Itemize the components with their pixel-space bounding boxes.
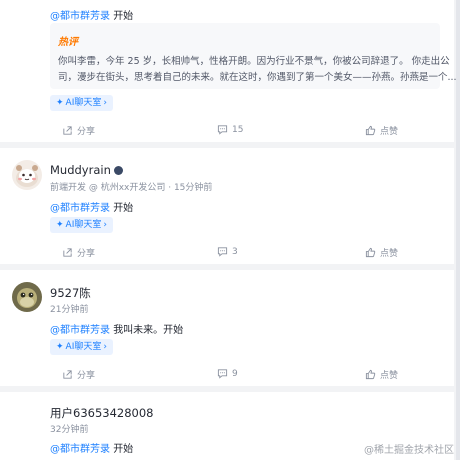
mention-link[interactable]: @都市群芳录 xyxy=(50,11,110,22)
thumbs-up-icon xyxy=(365,247,376,258)
share-label: 分享 xyxy=(77,249,96,259)
share-label: 分享 xyxy=(77,371,96,381)
comment-content: @都市群芳录 我叫未来。开始 xyxy=(50,321,183,336)
comment-icon xyxy=(217,125,228,135)
comment-icon xyxy=(217,369,228,379)
ai-chatroom-label: AI聊天室 xyxy=(65,342,102,352)
comment-button[interactable]: 15 xyxy=(217,124,243,135)
comment-card: 9527陈 21分钟前 @都市群芳录 我叫未来。开始 ✦ AI聊天室 › 分享 … xyxy=(0,270,454,386)
like-label: 点赞 xyxy=(380,371,399,381)
ai-spark-icon: ✦ xyxy=(56,220,64,230)
mention-link[interactable]: @都市群芳录 xyxy=(50,444,110,455)
comment-content: @都市群芳录 开始 xyxy=(50,7,133,22)
username[interactable]: Muddyrain xyxy=(50,163,123,177)
comment-text: 开始 xyxy=(113,444,134,455)
action-bar: 分享 9 点赞 xyxy=(0,368,454,388)
level-badge-icon xyxy=(113,166,123,175)
scrollbar[interactable] xyxy=(456,0,460,460)
chevron-right-icon: › xyxy=(103,98,107,108)
comment-button[interactable]: 9 xyxy=(217,368,238,379)
user-meta: 前端开发 @ 杭州xx开发公司 · 15分钟前 xyxy=(50,183,213,193)
ai-chatroom-label: AI聊天室 xyxy=(65,220,102,230)
hot-comment-line: 司，漫步在街头，思考着自己的未来。就在这时，你遇到了第一个美女——孙燕。孙燕是一… xyxy=(58,72,457,83)
share-button[interactable]: 分享 xyxy=(62,124,95,137)
chevron-right-icon: › xyxy=(103,342,107,352)
timestamp: 32分钟前 xyxy=(50,425,89,435)
like-label: 点赞 xyxy=(380,127,399,137)
comment-text: 我叫未来。开始 xyxy=(113,325,184,336)
avatar-image xyxy=(12,282,42,312)
ai-spark-icon: ✦ xyxy=(56,98,64,108)
share-icon xyxy=(63,126,72,135)
share-button[interactable]: 分享 xyxy=(62,368,95,381)
action-bar: 分享 15 点赞 xyxy=(0,124,454,144)
mention-link[interactable]: @都市群芳录 xyxy=(50,203,110,214)
thumbs-up-icon xyxy=(365,125,376,136)
share-icon xyxy=(63,248,72,257)
like-button[interactable]: 点赞 xyxy=(365,246,398,259)
comment-text: 开始 xyxy=(113,203,134,214)
avatar[interactable] xyxy=(12,160,42,190)
share-icon xyxy=(63,370,72,379)
share-label: 分享 xyxy=(77,127,96,137)
ai-chatroom-label: AI聊天室 xyxy=(65,98,102,108)
comment-text: 开始 xyxy=(113,11,134,22)
comment-button[interactable]: 3 xyxy=(217,246,238,257)
timestamp: 21分钟前 xyxy=(50,305,89,315)
comment-card: Muddyrain 前端开发 @ 杭州xx开发公司 · 15分钟前 @都市群芳录… xyxy=(0,148,454,264)
comment-count: 9 xyxy=(232,368,238,379)
ai-chatroom-tag[interactable]: ✦ AI聊天室 › xyxy=(50,95,113,111)
username[interactable]: 9527陈 xyxy=(50,285,91,301)
hot-comment-box[interactable]: 热评 你叫李雷，今年 25 岁，长相帅气，性格开朗。因为行业不景气，你被公司辞退… xyxy=(50,23,457,89)
username-text: Muddyrain xyxy=(50,163,111,177)
ai-spark-icon: ✦ xyxy=(56,342,64,352)
ai-chatroom-tag[interactable]: ✦ AI聊天室 › xyxy=(50,339,113,355)
mention-link[interactable]: @都市群芳录 xyxy=(50,325,110,336)
comment-count: 15 xyxy=(232,124,244,135)
comment-icon xyxy=(217,247,228,257)
avatar[interactable] xyxy=(12,282,42,312)
username[interactable]: 用户63653428008 xyxy=(50,405,153,421)
watermark: @稀土掘金技术社区 xyxy=(364,445,454,456)
chevron-right-icon: › xyxy=(103,220,107,230)
hot-comment-line: 你叫李雷，今年 25 岁，长相帅气，性格开朗。因为行业不景气，你被公司辞退了。 … xyxy=(58,56,450,67)
comment-feed: @都市群芳录 开始 热评 你叫李雷，今年 25 岁，长相帅气，性格开朗。因为行业… xyxy=(0,0,460,460)
share-button[interactable]: 分享 xyxy=(62,246,95,259)
like-button[interactable]: 点赞 xyxy=(365,368,398,381)
comment-content: @都市群芳录 开始 xyxy=(50,440,133,455)
action-bar: 分享 3 点赞 xyxy=(0,246,454,266)
comment-content: @都市群芳录 开始 xyxy=(50,199,133,214)
comment-count: 3 xyxy=(232,246,238,257)
thumbs-up-icon xyxy=(365,369,376,380)
avatar-image xyxy=(12,160,42,190)
like-label: 点赞 xyxy=(380,249,399,259)
comment-card: @都市群芳录 开始 热评 你叫李雷，今年 25 岁，长相帅气，性格开朗。因为行业… xyxy=(0,0,457,144)
hot-comment-label: 热评 xyxy=(58,37,78,48)
ai-chatroom-tag[interactable]: ✦ AI聊天室 › xyxy=(50,217,113,233)
like-button[interactable]: 点赞 xyxy=(365,124,398,137)
